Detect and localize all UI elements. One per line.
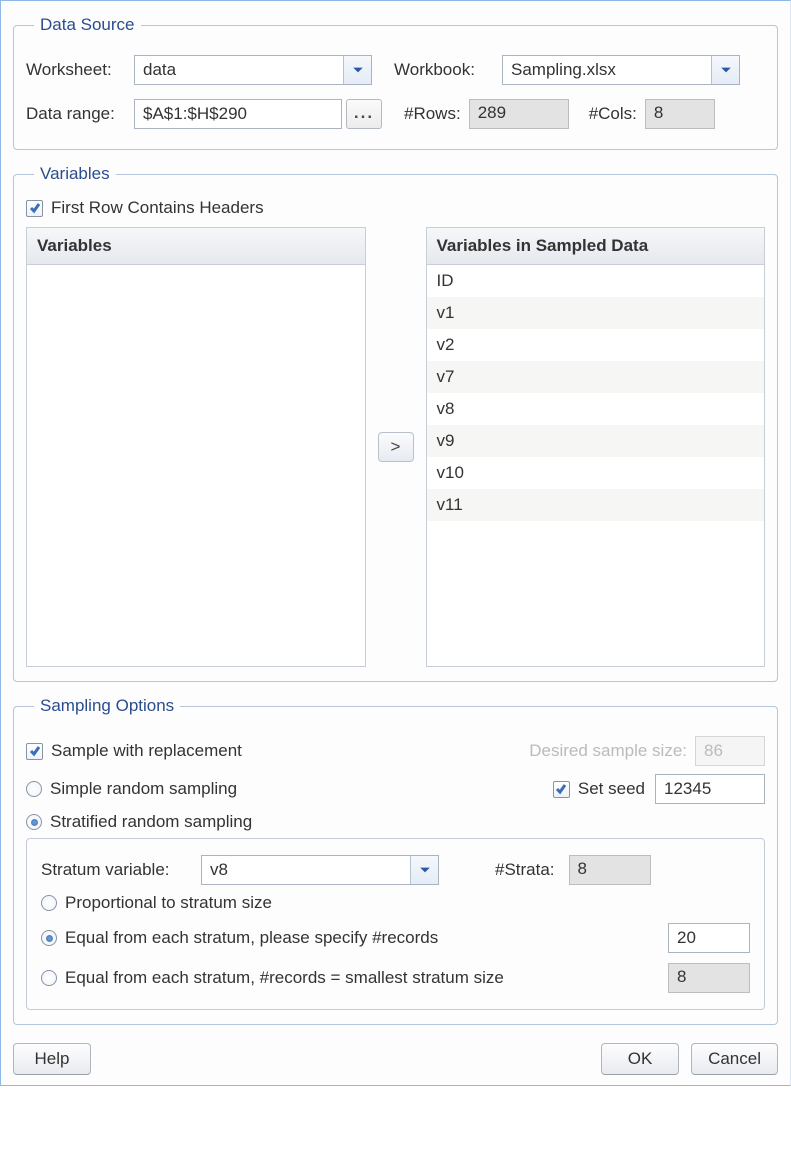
cancel-button[interactable]: Cancel — [691, 1043, 778, 1075]
nstrata-value: 8 — [569, 855, 651, 885]
data-range-input[interactable] — [134, 99, 342, 129]
seed-input[interactable] — [655, 774, 765, 804]
worksheet-value: data — [135, 57, 184, 83]
first-row-label: First Row Contains Headers — [51, 198, 264, 218]
sampling-options-legend: Sampling Options — [34, 696, 180, 716]
chevron-down-icon — [410, 856, 438, 884]
set-seed-checkbox[interactable]: Set seed — [553, 779, 645, 799]
sample-with-replacement-checkbox[interactable]: Sample with replacement — [26, 741, 242, 761]
stratified-random-label: Stratified random sampling — [50, 812, 252, 832]
worksheet-combo[interactable]: data — [134, 55, 372, 85]
equal-min-label: Equal from each stratum, #records = smal… — [65, 968, 504, 988]
desired-sample-size-input — [695, 736, 765, 766]
stratified-random-radio[interactable] — [26, 814, 42, 830]
data-range-label: Data range: — [26, 104, 126, 124]
list-item[interactable]: v10 — [427, 457, 765, 489]
list-item[interactable]: ID — [427, 265, 765, 297]
stratum-variable-value: v8 — [202, 857, 236, 883]
list-item[interactable]: v1 — [427, 297, 765, 329]
cols-value: 8 — [645, 99, 715, 129]
chevron-down-icon — [711, 56, 739, 84]
stratum-variable-label: Stratum variable: — [41, 860, 193, 880]
ok-button[interactable]: OK — [601, 1043, 679, 1075]
equal-specify-input[interactable] — [668, 923, 750, 953]
workbook-combo[interactable]: Sampling.xlsx — [502, 55, 740, 85]
variables-panel: Variables First Row Contains Headers Var… — [13, 164, 778, 682]
list-item[interactable]: v11 — [427, 489, 765, 521]
stratified-subpanel: Stratum variable: v8 #Strata: 8 Proporti… — [26, 838, 765, 1010]
button-bar: Help OK Cancel — [13, 1039, 778, 1075]
sampled-variables-header: Variables in Sampled Data — [427, 228, 765, 265]
chevron-down-icon — [343, 56, 371, 84]
equal-specify-radio[interactable] — [41, 930, 57, 946]
list-item[interactable]: v2 — [427, 329, 765, 361]
workbook-value: Sampling.xlsx — [503, 57, 624, 83]
dialog-root: Data Source Worksheet: data Workbook: Sa… — [0, 0, 791, 1086]
worksheet-label: Worksheet: — [26, 60, 126, 80]
proportional-radio[interactable] — [41, 895, 57, 911]
list-item[interactable]: v9 — [427, 425, 765, 457]
equal-specify-label: Equal from each stratum, please specify … — [65, 928, 438, 948]
desired-sample-size-label: Desired sample size: — [529, 741, 687, 761]
rows-value: 289 — [469, 99, 569, 129]
move-right-button[interactable]: > — [378, 432, 414, 462]
rows-label: #Rows: — [404, 104, 461, 124]
sampling-options-panel: Sampling Options Sample with replacement… — [13, 696, 778, 1025]
list-item[interactable]: v8 — [427, 393, 765, 425]
simple-random-label: Simple random sampling — [50, 779, 237, 799]
available-variables-header: Variables — [27, 228, 365, 265]
workbook-label: Workbook: — [394, 60, 494, 80]
help-button[interactable]: Help — [13, 1043, 91, 1075]
list-item[interactable]: v7 — [427, 361, 765, 393]
equal-min-radio[interactable] — [41, 970, 57, 986]
simple-random-radio[interactable] — [26, 781, 42, 797]
sample-with-replacement-label: Sample with replacement — [51, 741, 242, 761]
cols-label: #Cols: — [589, 104, 637, 124]
first-row-checkbox[interactable]: First Row Contains Headers — [26, 198, 264, 218]
data-source-legend: Data Source — [34, 15, 141, 35]
stratum-variable-combo[interactable]: v8 — [201, 855, 439, 885]
sampled-variables-list[interactable]: Variables in Sampled Data IDv1v2v7v8v9v1… — [426, 227, 766, 667]
proportional-label: Proportional to stratum size — [65, 893, 272, 913]
data-source-panel: Data Source Worksheet: data Workbook: Sa… — [13, 15, 778, 150]
equal-min-value: 8 — [668, 963, 750, 993]
range-browse-button[interactable]: ... — [346, 99, 382, 129]
variables-legend: Variables — [34, 164, 116, 184]
available-variables-list[interactable]: Variables — [26, 227, 366, 667]
set-seed-label: Set seed — [578, 779, 645, 799]
nstrata-label: #Strata: — [495, 860, 555, 880]
